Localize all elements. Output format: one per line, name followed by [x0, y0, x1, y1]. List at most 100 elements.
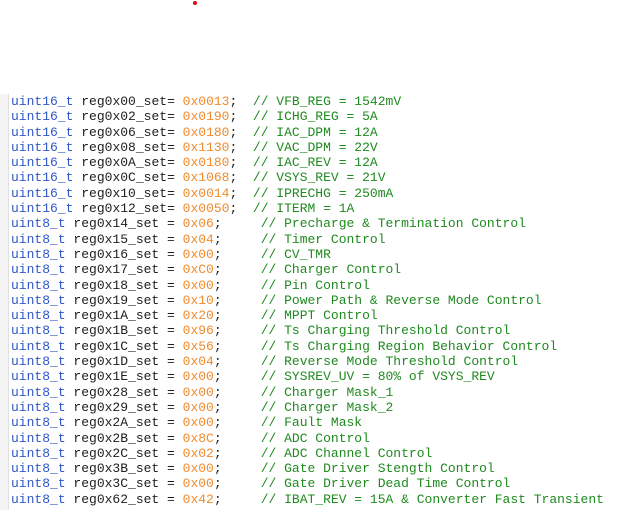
code-identifier: reg0x19_set: [73, 292, 160, 308]
code-line[interactable]: uint8_t reg0x15_set = 0x04; // Timer Con…: [0, 232, 628, 247]
code-identifier: reg0x00_set: [81, 94, 168, 109]
code-line[interactable]: uint8_t reg0x62_set = 0x42; // IBAT_REV …: [0, 492, 628, 507]
code-assign: =: [167, 155, 183, 171]
code-hex-value: 0x04: [182, 354, 214, 370]
code-line[interactable]: uint8_t reg0x2A_set = 0x00; // Fault Mas…: [0, 415, 628, 430]
code-line[interactable]: uint16_t reg0x00_set= 0x0013; // VFB_REG…: [0, 94, 628, 109]
code-type-keyword: uint8_t: [11, 231, 66, 247]
code-line[interactable]: uint8_t reg0x3B_set = 0x00; // Gate Driv…: [0, 461, 628, 476]
code-assign: =: [159, 476, 183, 492]
code-line[interactable]: uint16_t reg0x10_set= 0x0014; // IPRECHG…: [0, 186, 628, 201]
code-comment: // IBAT_REV = 15A & Converter Fast Trans…: [260, 491, 604, 507]
code-comment: // ADC Channel Control: [260, 445, 433, 461]
code-assign: =: [159, 415, 183, 431]
code-hex-value: 0x0190: [182, 109, 230, 125]
code-type-keyword: uint16_t: [11, 155, 74, 171]
code-type-keyword: uint16_t: [11, 201, 74, 217]
code-hex-value: 0x00: [182, 277, 214, 293]
code-hex-value: 0x00: [182, 246, 214, 262]
code-line[interactable]: uint8_t reg0x2C_set = 0x02; // ADC Chann…: [0, 446, 628, 461]
code-semicolon: ;: [213, 399, 261, 415]
code-hex-value: 0x00: [182, 369, 214, 385]
code-line[interactable]: uint16_t reg0x0A_set= 0x0180; // IAC_REV…: [0, 155, 628, 170]
code-line[interactable]: uint16_t reg0x0C_set= 0x1068; // VSYS_RE…: [0, 170, 628, 185]
code-line[interactable]: uint8_t reg0x2B_set = 0x8C; // ADC Contr…: [0, 431, 628, 446]
code-line[interactable]: uint8_t reg0x29_set = 0x00; // Charger M…: [0, 400, 628, 415]
code-line[interactable]: uint8_t reg0x18_set = 0x00; // Pin Contr…: [0, 278, 628, 293]
code-line[interactable]: uint8_t reg0x17_set = 0xC0; // Charger C…: [0, 262, 628, 277]
code-assign: =: [159, 491, 183, 507]
code-hex-value: 0x10: [182, 292, 214, 308]
code-assign: =: [159, 216, 183, 232]
code-type-keyword: uint8_t: [11, 338, 66, 354]
code-line[interactable]: uint16_t reg0x08_set= 0x1130; // VAC_DPM…: [0, 140, 628, 155]
code-comment: // Gate Driver Dead Time Control: [260, 476, 511, 492]
code-comment: // Ts Charging Region Behavior Control: [260, 338, 558, 354]
code-semicolon: ;: [229, 94, 253, 109]
code-semicolon: ;: [229, 185, 253, 201]
code-identifier: reg0x0C_set: [81, 170, 168, 186]
code-type-keyword: uint8_t: [11, 246, 66, 262]
code-identifier: reg0x02_set: [81, 109, 168, 125]
code-type-keyword: uint8_t: [11, 292, 66, 308]
code-type-keyword: uint8_t: [11, 308, 66, 324]
code-comment: // Charger Mask_2: [260, 399, 394, 415]
code-hex-value: 0xC0: [182, 262, 214, 278]
code-semicolon: ;: [213, 292, 261, 308]
code-line[interactable]: uint8_t reg0x19_set = 0x10; // Power Pat…: [0, 293, 628, 308]
code-assign: =: [159, 461, 183, 477]
code-semicolon: ;: [213, 430, 261, 446]
code-identifier: reg0x3B_set: [73, 461, 160, 477]
code-semicolon: ;: [229, 155, 253, 171]
code-semicolon: ;: [213, 369, 261, 385]
code-line[interactable]: uint8_t reg0x1A_set = 0x20; // MPPT Cont…: [0, 308, 628, 323]
code-assign: =: [159, 354, 183, 370]
code-identifier: reg0x16_set: [73, 246, 160, 262]
code-semicolon: ;: [213, 246, 261, 262]
code-type-keyword: uint16_t: [11, 124, 74, 140]
code-semicolon: ;: [213, 338, 261, 354]
code-hex-value: 0x0050: [182, 201, 230, 217]
code-identifier: reg0x1B_set: [73, 323, 160, 339]
code-assign: =: [159, 308, 183, 324]
code-type-keyword: uint8_t: [11, 461, 66, 477]
code-comment: // ITERM = 1A: [252, 201, 355, 217]
code-editor[interactable]: uint16_t reg0x00_set= 0x0013; // VFB_REG…: [0, 94, 628, 510]
code-semicolon: ;: [229, 139, 253, 155]
code-type-keyword: uint8_t: [11, 476, 66, 492]
code-comment: // Gate Driver Stength Control: [260, 461, 495, 477]
code-assign: =: [159, 445, 183, 461]
code-type-keyword: uint8_t: [11, 430, 66, 446]
code-line[interactable]: uint16_t reg0x06_set= 0x0180; // IAC_DPM…: [0, 125, 628, 140]
code-line[interactable]: uint8_t reg0x1D_set = 0x04; // Reverse M…: [0, 354, 628, 369]
code-line[interactable]: uint8_t reg0x1C_set = 0x56; // Ts Chargi…: [0, 339, 628, 354]
code-assign: =: [167, 94, 183, 109]
code-type-keyword: uint8_t: [11, 277, 66, 293]
code-line[interactable]: uint8_t reg0x1E_set = 0x00; // SYSREV_UV…: [0, 369, 628, 384]
code-comment: // VFB_REG = 1542mV: [252, 94, 402, 109]
code-line[interactable]: uint8_t reg0x28_set = 0x00; // Charger M…: [0, 385, 628, 400]
code-hex-value: 0x0180: [182, 155, 230, 171]
code-hex-value: 0x42: [182, 491, 214, 507]
code-identifier: reg0x29_set: [73, 399, 160, 415]
code-hex-value: 0x0013: [182, 94, 230, 109]
code-line[interactable]: uint8_t reg0x1B_set = 0x96; // Ts Chargi…: [0, 323, 628, 338]
code-identifier: reg0x15_set: [73, 231, 160, 247]
code-line[interactable]: uint16_t reg0x02_set= 0x0190; // ICHG_RE…: [0, 109, 628, 124]
code-comment: // Ts Charging Threshold Control: [260, 323, 511, 339]
code-line[interactable]: uint8_t reg0x3C_set = 0x00; // Gate Driv…: [0, 476, 628, 491]
code-hex-value: 0x56: [182, 338, 214, 354]
code-semicolon: ;: [229, 124, 253, 140]
code-identifier: reg0x08_set: [81, 139, 168, 155]
code-assign: =: [159, 262, 183, 278]
code-hex-value: 0x1130: [182, 139, 230, 155]
code-semicolon: ;: [213, 231, 261, 247]
code-line[interactable]: uint8_t reg0x14_set = 0x06; // Precharge…: [0, 216, 628, 231]
code-line[interactable]: uint8_t reg0x16_set = 0x00; // CV_TMR: [0, 247, 628, 262]
code-semicolon: ;: [229, 170, 253, 186]
code-semicolon: ;: [213, 491, 261, 507]
code-line[interactable]: uint16_t reg0x12_set= 0x0050; // ITERM =…: [0, 201, 628, 216]
code-semicolon: ;: [213, 216, 261, 232]
code-semicolon: ;: [213, 308, 261, 324]
code-comment: // MPPT Control: [260, 308, 378, 324]
